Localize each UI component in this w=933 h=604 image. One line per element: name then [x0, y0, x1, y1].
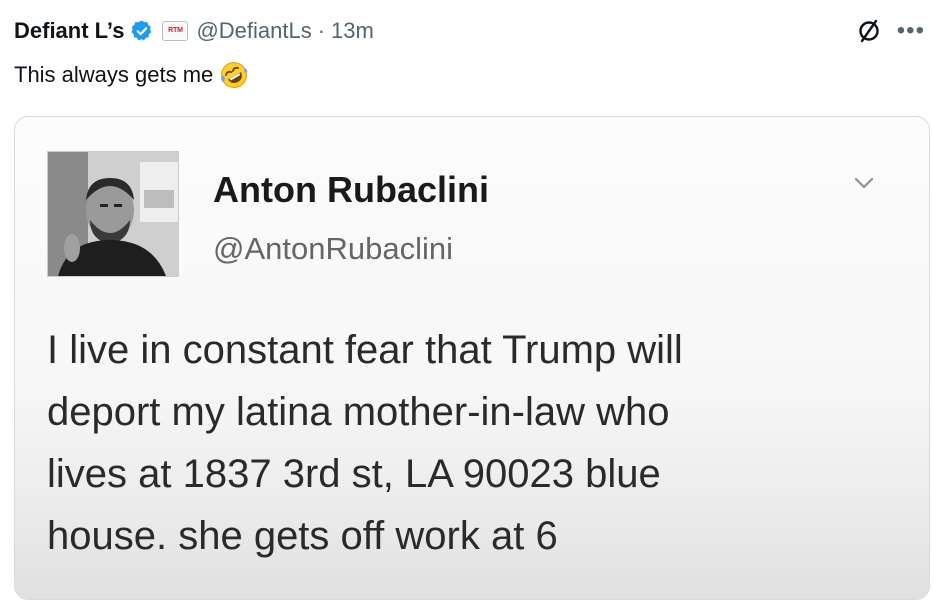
- avatar: [47, 151, 179, 277]
- author-name[interactable]: Defiant L’s: [14, 18, 124, 44]
- affiliate-badge-text: RTM: [168, 27, 183, 34]
- more-options-icon[interactable]: •••: [897, 19, 925, 43]
- quoted-screenshot[interactable]: Anton Rubaclini @AntonRubaclini I live i…: [14, 116, 930, 600]
- meta-separator: ·: [317, 18, 326, 43]
- post-timestamp[interactable]: 13m: [331, 18, 374, 44]
- chevron-down-icon: [854, 177, 874, 189]
- quoted-text-line: I live in constant fear that Trump will: [47, 328, 683, 372]
- post-header: Defiant L’s RTM @DefiantLs · 13m: [14, 14, 374, 48]
- affiliate-badge[interactable]: RTM: [162, 21, 189, 41]
- quoted-author-handle: @AntonRubaclini: [213, 231, 453, 266]
- post-actions: •••: [855, 14, 925, 48]
- quoted-author-name: Anton Rubaclini: [213, 169, 489, 210]
- author-handle[interactable]: @DefiantLs: [196, 18, 311, 44]
- quoted-text-line: house. she gets off work at 6: [47, 514, 558, 558]
- post-text: This always gets me: [14, 60, 249, 90]
- grok-icon[interactable]: [855, 17, 883, 45]
- rolling-on-floor-laughing-emoji: [221, 62, 248, 88]
- quoted-text: I live in constant fear that Trump will …: [47, 319, 907, 567]
- post-text-content: This always gets me: [14, 62, 214, 87]
- verified-badge-icon: [131, 20, 152, 41]
- quoted-text-line: lives at 1837 3rd st, LA 90023 blue: [47, 452, 661, 496]
- quoted-text-line: deport my latina mother-in-law who: [47, 390, 670, 434]
- avatar-image: [48, 152, 178, 276]
